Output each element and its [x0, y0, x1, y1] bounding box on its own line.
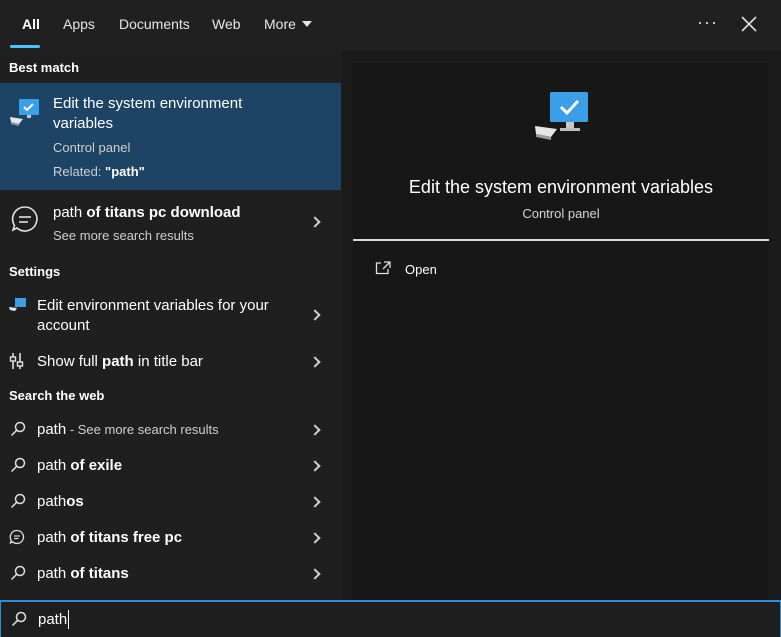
active-tab-indicator [10, 45, 40, 48]
web-result-label: path - See more search results [37, 421, 219, 438]
chevron-right-icon[interactable] [309, 460, 321, 472]
related-term: "path" [105, 164, 145, 179]
chevron-right-icon[interactable] [309, 216, 321, 228]
preview-subtitle: Control panel [522, 206, 600, 221]
result-plain: path [37, 457, 67, 474]
result-plain: path [37, 421, 67, 438]
more-results-query-bold: of titans pc download [82, 204, 241, 221]
close-button[interactable] [737, 12, 761, 36]
chevron-right-icon[interactable] [309, 356, 321, 368]
tab-more-label: More [264, 16, 296, 32]
more-search-results-item[interactable]: path of titans pc download See more sear… [0, 195, 341, 247]
tab-all[interactable]: All [22, 0, 40, 48]
chevron-right-icon[interactable] [309, 532, 321, 544]
settings-env-vars-line1: Edit environment variables for your [37, 297, 269, 314]
more-options-icon[interactable]: ··· [697, 12, 718, 33]
best-match-result[interactable]: Edit the system environment variables Co… [0, 83, 341, 190]
tab-web[interactable]: Web [212, 0, 241, 48]
search-icon [10, 565, 26, 581]
label-prefix: Show full [37, 353, 103, 370]
web-result-item[interactable]: path of exile [0, 449, 341, 481]
more-results-subtitle: See more search results [53, 228, 194, 243]
chat-bubble-icon [9, 529, 25, 545]
chevron-down-icon [301, 21, 312, 28]
chevron-right-icon[interactable] [309, 309, 321, 321]
search-icon [11, 611, 27, 627]
section-search-web: Search the web [9, 388, 105, 403]
result-bold: of titans [66, 565, 129, 582]
open-label: Open [405, 262, 437, 277]
speech-bubble-icon [11, 206, 38, 232]
preview-pane: Edit the system environment variables Co… [341, 51, 781, 600]
related-prefix: Related: [53, 164, 106, 179]
best-match-related: Related: "path" [53, 164, 145, 179]
web-result-label: path of titans free pc [37, 529, 182, 546]
chevron-right-icon[interactable] [309, 424, 321, 436]
web-result-item[interactable]: path of titans [0, 557, 341, 589]
search-icon [10, 493, 26, 509]
computer-with-checkmark-icon [535, 92, 588, 140]
search-icon [10, 457, 26, 473]
tab-more[interactable]: More [264, 0, 312, 48]
more-results-query: path of titans pc download [53, 204, 241, 221]
tab-documents[interactable]: Documents [119, 0, 190, 48]
result-plain: path [37, 529, 67, 546]
computer-with-checkmark-icon [10, 99, 39, 126]
top-tab-bar: All Apps Documents Web More ··· [0, 0, 781, 51]
label-suffix: in title bar [133, 353, 203, 370]
section-settings: Settings [9, 264, 61, 279]
section-best-match: Best match [9, 60, 80, 75]
best-match-title-line2: variables [53, 115, 114, 132]
search-bar [0, 600, 781, 637]
web-result-label: pathos [37, 493, 84, 510]
preview-divider [353, 239, 769, 241]
result-bold: of exile [66, 457, 123, 474]
label-bold: path [102, 353, 134, 370]
more-results-query-plain: path [53, 204, 83, 221]
search-input[interactable] [38, 611, 738, 628]
computer-settings-icon [9, 298, 26, 311]
result-bold: os [66, 493, 84, 510]
close-icon [741, 16, 757, 32]
open-external-icon [375, 261, 391, 275]
settings-show-path-label: Show full path in title bar [37, 353, 203, 370]
best-match-title-line1: Edit the system environment [53, 95, 243, 112]
results-pane: Best match Edit the system environment v… [0, 51, 341, 600]
search-icon [10, 421, 26, 437]
web-result-label: path of exile [37, 457, 122, 474]
best-match-subtitle: Control panel [53, 140, 131, 155]
result-plain: path [37, 565, 67, 582]
settings-item-show-full-path[interactable]: Show full path in title bar [0, 345, 341, 377]
chevron-right-icon[interactable] [309, 496, 321, 508]
web-result-item[interactable]: pathos [0, 485, 341, 517]
web-result-label: path of titans [37, 565, 129, 582]
settings-item-env-vars[interactable]: Edit environment variables for your acco… [0, 291, 341, 339]
tab-apps[interactable]: Apps [63, 0, 95, 48]
web-result-item[interactable]: path of titans free pc [0, 521, 341, 553]
result-plain: path [37, 493, 67, 510]
preview-card: Edit the system environment variables Co… [353, 63, 769, 600]
preview-title: Edit the system environment variables [408, 177, 714, 197]
text-cursor [68, 610, 69, 629]
result-bold: of titans free pc [66, 529, 183, 546]
result-extra: - See more search results [66, 422, 219, 437]
settings-env-vars-line2: account [37, 317, 90, 334]
folder-options-icon [9, 353, 24, 369]
web-result-item[interactable]: path - See more search results [0, 413, 341, 445]
chevron-right-icon[interactable] [309, 568, 321, 580]
